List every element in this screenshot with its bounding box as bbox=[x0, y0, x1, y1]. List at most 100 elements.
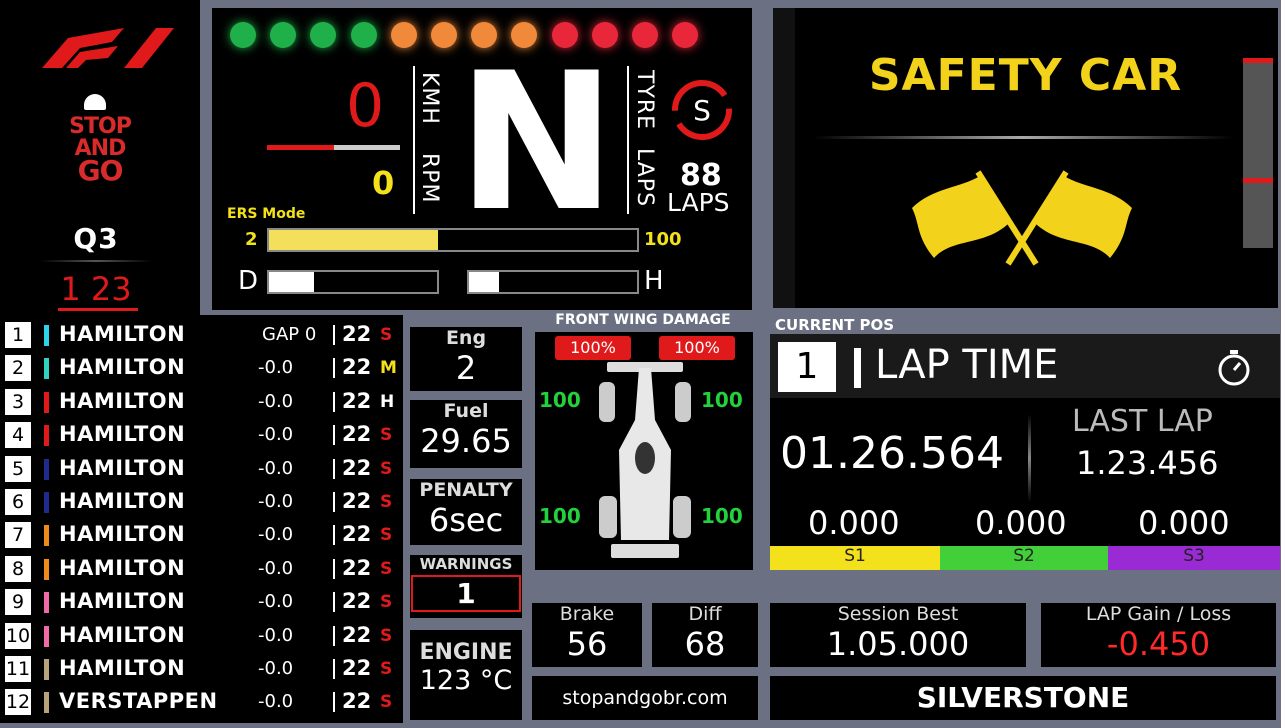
driver-tyre: S bbox=[380, 458, 393, 479]
ers-label: ERS Mode bbox=[227, 206, 306, 222]
separator bbox=[333, 391, 335, 412]
rev-light bbox=[230, 22, 256, 48]
engine-temp-label: ENGINE bbox=[419, 640, 513, 665]
driver-name: HAMILTON bbox=[59, 322, 186, 346]
driver-position: 7 bbox=[4, 521, 32, 550]
eng-label: Eng bbox=[445, 327, 487, 349]
h-bar bbox=[467, 270, 639, 294]
driver-lap: 22 bbox=[342, 489, 372, 513]
brand-line-1: STOP bbox=[69, 114, 132, 139]
divider bbox=[413, 66, 415, 214]
brand-logo: STOP AND GO bbox=[60, 114, 140, 185]
driver-name: HAMILTON bbox=[59, 489, 186, 513]
h-bar-fill bbox=[469, 272, 500, 292]
driver-lap: 22 bbox=[342, 322, 372, 346]
table-row: 2 HAMILTON -0.0 22 M bbox=[0, 351, 403, 384]
wing-left-pct: 100% bbox=[555, 336, 631, 360]
warnings-label: WARNINGS bbox=[419, 555, 513, 573]
laps-unit: LAPS bbox=[667, 188, 730, 217]
f1-logo bbox=[42, 28, 174, 68]
sector3-label: S3 bbox=[1108, 546, 1280, 570]
driver-position: 6 bbox=[4, 488, 32, 516]
lap-gain-label: LAP Gain / Loss bbox=[1085, 603, 1232, 625]
driver-lap: 22 bbox=[342, 622, 372, 647]
session-best-tile: Session Best 1.05.000 bbox=[770, 603, 1026, 667]
table-row: 9 HAMILTON -0.0 22 S bbox=[0, 585, 403, 618]
driver-name: HAMILTON bbox=[59, 388, 186, 413]
lap-time-value: 01.26.564 bbox=[780, 428, 1004, 479]
driver-name: VERSTAPPEN bbox=[59, 689, 218, 714]
tyre-icon: S bbox=[672, 80, 732, 140]
brake-value: 56 bbox=[566, 625, 608, 663]
driver-tyre: S bbox=[380, 525, 393, 546]
fuel-tile: Fuel 29.65 bbox=[410, 400, 522, 468]
driver-name: HAMILTON bbox=[59, 522, 186, 547]
track-name: SILVERSTONE bbox=[770, 676, 1276, 720]
driver-gap: -0.0 bbox=[258, 557, 294, 579]
d-label: D bbox=[238, 266, 259, 296]
team-color-bar bbox=[44, 492, 49, 513]
driver-tyre: M bbox=[380, 358, 397, 379]
rev-light bbox=[431, 22, 457, 48]
table-row: 6 HAMILTON -0.0 22 S bbox=[0, 485, 403, 518]
race-position: 1 23 bbox=[60, 270, 132, 308]
driver-position: 9 bbox=[4, 588, 32, 617]
tyre-fr-value: 100 bbox=[701, 388, 743, 412]
rev-light bbox=[672, 22, 699, 48]
driver-position: 3 bbox=[4, 387, 32, 416]
brand-panel: STOP AND GO Q3 1 23 bbox=[0, 0, 200, 315]
separator bbox=[333, 625, 335, 646]
diff-label: Diff bbox=[688, 603, 722, 625]
warnings-tile: WARNINGS 1 bbox=[410, 555, 522, 618]
table-row: 5 HAMILTON -0.0 22 S bbox=[0, 452, 403, 485]
driver-gap: -0.0 bbox=[258, 524, 294, 546]
car-icon bbox=[599, 362, 691, 558]
rev-light bbox=[390, 22, 417, 48]
diff-value: 68 bbox=[684, 625, 726, 663]
driver-lap: 22 bbox=[342, 388, 372, 413]
laps-label: LAPS bbox=[632, 148, 657, 208]
table-row: 7 HAMILTON -0.0 22 S bbox=[0, 518, 403, 551]
tyre-label: TYRE bbox=[632, 70, 657, 131]
rev-light bbox=[350, 22, 377, 48]
driver-gap: -0.0 bbox=[258, 691, 294, 713]
diff-tile: Diff 68 bbox=[652, 603, 758, 667]
separator bbox=[333, 325, 335, 345]
fuel-value: 29.65 bbox=[420, 422, 512, 460]
sector1-label: S1 bbox=[770, 546, 940, 570]
gear-indicator: N bbox=[457, 32, 616, 253]
tyre-compound: S bbox=[693, 94, 711, 127]
separator bbox=[333, 592, 335, 613]
wing-right-pct: 100% bbox=[659, 336, 735, 360]
driver-name: HAMILTON bbox=[59, 589, 186, 614]
driver-tyre: S bbox=[380, 692, 393, 713]
rev-light bbox=[270, 22, 297, 48]
driver-name: HAMILTON bbox=[59, 555, 186, 580]
eng-tile: Eng 2 bbox=[410, 327, 522, 391]
driver-tyre: H bbox=[380, 391, 395, 412]
team-color-bar bbox=[44, 391, 49, 413]
stopwatch-icon bbox=[1218, 350, 1250, 386]
table-row: 1 HAMILTON GAP 0 22 S bbox=[0, 318, 403, 351]
driver-name: HAMILTON bbox=[59, 422, 186, 447]
warnings-value: 1 bbox=[411, 575, 521, 612]
kmh-label: KMH bbox=[417, 72, 442, 125]
driver-gap: -0.0 bbox=[258, 357, 294, 379]
driver-position: 1 bbox=[4, 321, 32, 349]
driver-name: HAMILTON bbox=[59, 622, 186, 647]
driver-tyre: S bbox=[380, 558, 393, 579]
ers-bar-fill bbox=[269, 230, 439, 250]
safety-car-panel: SAFETY CAR bbox=[773, 8, 1278, 308]
separator bbox=[333, 659, 335, 679]
rpm-value: 0 bbox=[372, 164, 395, 202]
sector2-label: S2 bbox=[940, 546, 1108, 570]
driver-position: 5 bbox=[4, 454, 32, 483]
current-pos-label: CURRENT POS bbox=[775, 316, 895, 334]
lap-position: 1 bbox=[778, 342, 836, 392]
website-link[interactable]: stopandgobr.com bbox=[532, 676, 758, 720]
table-row: 11 HAMILTON -0.0 22 S bbox=[0, 652, 403, 685]
ers-bar bbox=[267, 228, 639, 252]
driver-lap: 22 bbox=[342, 455, 372, 480]
driver-position: 2 bbox=[4, 354, 32, 383]
rpm-bar-fill bbox=[267, 145, 334, 150]
